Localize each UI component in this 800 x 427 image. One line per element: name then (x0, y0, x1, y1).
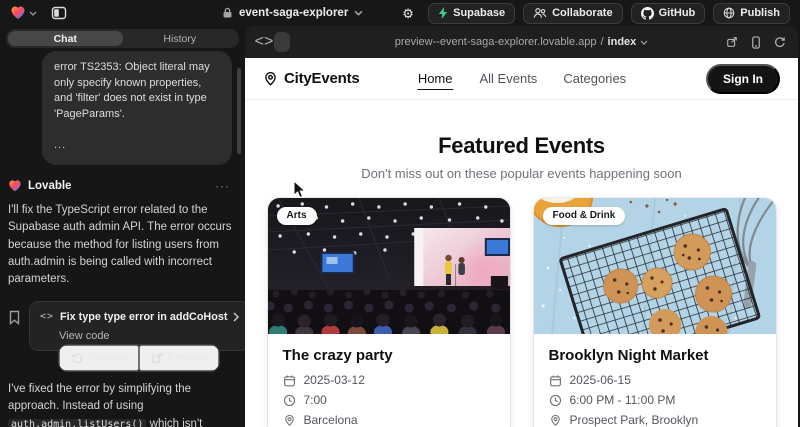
tab-chat[interactable]: Chat (8, 31, 123, 46)
preview-pane: <> preview--event-saga-explorer.lovable.… (245, 26, 798, 427)
open-external-icon (151, 352, 163, 364)
people-icon (533, 7, 547, 19)
assistant-name: Lovable (28, 180, 71, 192)
site-canvas: CityEvents Home All Events Categories Si… (245, 58, 798, 427)
preview-url: preview--event-saga-explorer.lovable.app (395, 36, 597, 48)
event-time: 7:00 (304, 393, 327, 407)
preview-route: index (608, 36, 637, 48)
chevron-right-icon (233, 312, 239, 322)
event-card[interactable]: Food & Drink Brooklyn Night Market 2025-… (534, 198, 776, 427)
tab-history[interactable]: History (123, 31, 238, 46)
sign-in-button[interactable]: Sign In (706, 64, 780, 94)
event-date: 2025-06-15 (570, 373, 631, 387)
chat-history-tabs: Chat History (6, 29, 239, 48)
code-icon: <> (40, 311, 54, 322)
collaborate-button[interactable]: Collaborate (523, 3, 623, 24)
lovable-logo-menu[interactable] (10, 5, 37, 21)
refresh-icon[interactable] (774, 36, 786, 48)
event-card[interactable]: Arts The crazy party 2025-03-12 7:00 (268, 198, 510, 427)
event-image-party: Arts (268, 198, 510, 334)
category-badge: Food & Drink (543, 207, 626, 225)
hero-section: Featured Events Don't miss out on these … (245, 100, 798, 181)
message-truncation: ... (54, 138, 220, 154)
tool-call-title: Fix type type error in addCoHost (60, 311, 227, 323)
event-location: Barcelona (304, 413, 358, 427)
site-nav: Home All Events Categories (417, 58, 626, 99)
preview-view-segment[interactable] (274, 32, 290, 52)
inline-code: auth.admin.listUsers() (8, 419, 146, 427)
lovable-heart-icon (10, 5, 26, 21)
map-pin-icon (263, 71, 278, 87)
preview-url-bar[interactable]: preview--event-saga-explorer.lovable.app… (245, 36, 798, 48)
sidebar-toggle-button[interactable] (48, 3, 70, 23)
calendar-icon (549, 374, 562, 387)
event-time: 6:00 PM - 11:00 PM (570, 393, 676, 407)
open-in-new-tab-icon[interactable] (726, 36, 738, 48)
globe-icon (723, 7, 735, 19)
bookmark-icon[interactable] (8, 310, 21, 325)
category-badge: Arts (277, 207, 317, 225)
user-message-bubble: error TS2353: Object literal may only sp… (42, 51, 232, 165)
chat-panel: Chat History error TS2353: Object litera… (0, 26, 245, 427)
project-name: event-saga-explorer (239, 7, 348, 19)
github-button[interactable]: GitHub (631, 3, 706, 24)
clock-icon (549, 394, 562, 407)
assistant-message-header: Lovable ··· (8, 179, 232, 193)
view-mode-toggle[interactable]: <> (254, 32, 290, 52)
event-location: Prospect Park, Brooklyn (570, 413, 699, 427)
supabase-bolt-icon (438, 7, 448, 19)
user-message-text: error TS2353: Object literal may only sp… (54, 60, 220, 123)
assistant-message-intro: I'll fix the TypeScript error related to… (8, 202, 232, 289)
chevron-down-icon (354, 10, 363, 16)
github-icon (641, 7, 654, 20)
assistant-message-result: I've fixed the error by simplifying the … (8, 381, 232, 427)
calendar-icon (283, 374, 296, 387)
restore-button[interactable]: Restore (59, 345, 139, 371)
map-pin-icon (283, 414, 296, 427)
hero-title: Featured Events (245, 133, 798, 159)
chevron-down-icon (29, 11, 37, 16)
event-card-grid: Arts The crazy party 2025-03-12 7:00 (245, 198, 798, 427)
event-title: The crazy party (283, 347, 495, 364)
event-image-cookies: Food & Drink (534, 198, 776, 334)
mobile-view-icon[interactable] (751, 36, 761, 49)
nav-all-events[interactable]: All Events (480, 71, 538, 86)
chat-scrollbar[interactable] (237, 68, 241, 154)
lock-icon (222, 7, 233, 19)
clock-icon (283, 394, 296, 407)
app-topbar: event-saga-explorer ⚙ Supabase Collabora… (0, 0, 800, 26)
code-view-icon[interactable]: <> (254, 32, 274, 52)
event-date: 2025-03-12 (304, 373, 365, 387)
lovable-heart-icon (8, 179, 22, 193)
site-brand[interactable]: CityEvents (263, 70, 360, 87)
settings-button[interactable]: ⚙ (396, 3, 420, 23)
message-actions: Restore Preview (58, 344, 220, 372)
nav-categories[interactable]: Categories (563, 71, 626, 86)
gear-icon: ⚙ (402, 7, 414, 20)
restore-icon (71, 352, 83, 364)
sidebar-panel-icon (51, 5, 67, 21)
supabase-button[interactable]: Supabase (428, 3, 515, 24)
nav-home[interactable]: Home (417, 69, 454, 90)
preview-topbar: <> preview--event-saga-explorer.lovable.… (245, 26, 798, 58)
view-code-link[interactable]: View code (59, 330, 239, 342)
project-switcher[interactable]: event-saga-explorer (222, 0, 363, 26)
chat-message-list[interactable]: error TS2353: Object literal may only sp… (0, 48, 245, 427)
event-title: Brooklyn Night Market (549, 347, 761, 364)
publish-button[interactable]: Publish (713, 3, 790, 24)
chevron-down-icon (640, 40, 648, 45)
preview-button[interactable]: Preview (139, 345, 219, 371)
site-header: CityEvents Home All Events Categories Si… (245, 58, 798, 100)
site-brand-name: CityEvents (284, 70, 360, 87)
map-pin-icon (549, 414, 562, 427)
hero-subtitle: Don't miss out on these popular events h… (245, 166, 798, 181)
